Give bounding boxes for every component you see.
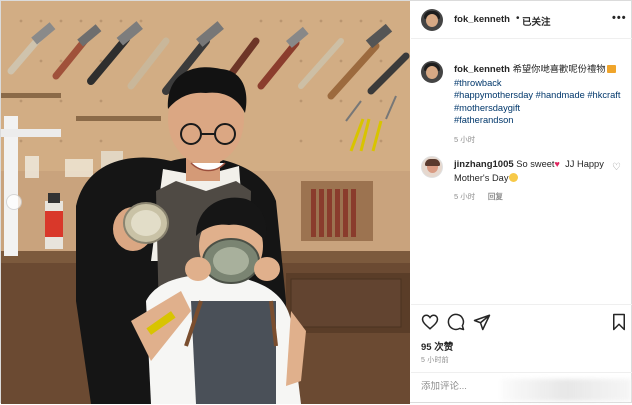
- hashtag-link[interactable]: #hkcraft: [587, 90, 620, 100]
- face-emoji-icon: [509, 172, 519, 182]
- bookmark-icon[interactable]: [610, 313, 628, 331]
- post-timestamp[interactable]: 5 小时前: [421, 355, 449, 365]
- post-header: fok_kenneth • 已关注 •••: [411, 1, 632, 39]
- commenter-username[interactable]: jinzhang1005: [454, 159, 514, 170]
- caption-text: 希望你哋喜歡呢份禮物: [512, 64, 606, 74]
- commenter-avatar[interactable]: [421, 156, 443, 178]
- instagram-post: fok_kenneth • 已关注 ••• fok_kenneth 希望你哋喜歡…: [0, 0, 632, 404]
- hashtag-link[interactable]: #mothersdaygift: [454, 103, 520, 113]
- caption-avatar[interactable]: [421, 61, 443, 83]
- previous-photo-button[interactable]: [6, 194, 22, 210]
- hashtag-link[interactable]: #happymothersday: [454, 90, 533, 100]
- following-button[interactable]: 已关注: [522, 14, 551, 28]
- heart-icon[interactable]: [421, 313, 439, 331]
- reply-button[interactable]: 回复: [488, 192, 503, 201]
- comment-icon[interactable]: [447, 313, 465, 331]
- comment-time[interactable]: 5 小时: [454, 192, 475, 201]
- add-comment-bar: [411, 372, 632, 405]
- gift-emoji-icon: [606, 65, 616, 73]
- caption-username[interactable]: fok_kenneth: [454, 64, 510, 75]
- watermark-blur: [501, 379, 631, 401]
- hashtag-link[interactable]: #throwback: [454, 77, 630, 90]
- post-sidebar: fok_kenneth • 已关注 ••• fok_kenneth 希望你哋喜歡…: [411, 1, 632, 404]
- share-icon[interactable]: [473, 313, 491, 331]
- post-actions: 95 次赞 5 小时前: [411, 304, 632, 405]
- comment: jinzhang1005 So sweet♥ JJ Happy Mother's…: [454, 158, 614, 204]
- author-username[interactable]: fok_kenneth: [454, 14, 510, 25]
- hashtag-link[interactable]: #fatherandson: [454, 114, 630, 127]
- separator-dot: •: [516, 13, 520, 24]
- red-heart-emoji-icon: ♥: [554, 159, 560, 169]
- post-caption: fok_kenneth 希望你哋喜歡呢份禮物 #throwback #happy…: [454, 63, 630, 147]
- author-avatar[interactable]: [421, 9, 443, 31]
- post-photo[interactable]: [1, 1, 410, 404]
- hashtag-link[interactable]: #handmade: [536, 90, 585, 100]
- comment-text-start: So sweet: [516, 159, 555, 169]
- like-count[interactable]: 95 次赞: [421, 339, 453, 353]
- more-options-icon[interactable]: •••: [612, 12, 627, 24]
- caption-time[interactable]: 5 小时: [454, 135, 475, 144]
- comment-like-heart-icon[interactable]: ♡: [612, 162, 621, 173]
